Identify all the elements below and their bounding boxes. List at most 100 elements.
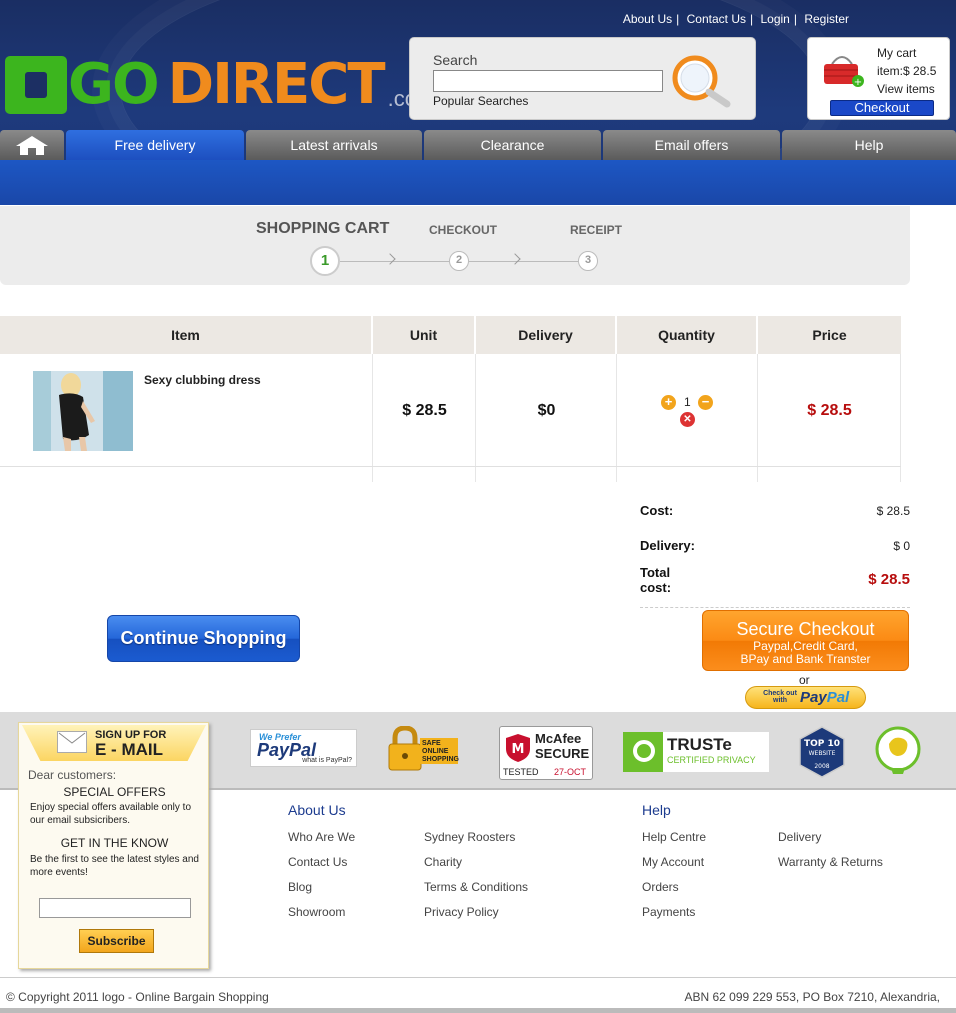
site-logo[interactable]: GO DIRECT .com.au (5, 52, 466, 114)
paypal-checkout-caption: Check out with (763, 690, 797, 704)
footer-link-orders[interactable]: Orders (642, 880, 679, 894)
mini-cart-summary: item:$ 28.5 (877, 64, 937, 78)
get-in-the-know-heading: GET IN THE KNOW (60, 836, 169, 850)
footer-link-help-centre[interactable]: Help Centre (642, 830, 706, 844)
step-shopping-cart: SHOPPING CART (256, 220, 390, 237)
delivery-price: $0 (537, 402, 556, 419)
nav-subbar (0, 160, 956, 205)
delivery-value: $ 0 (893, 539, 910, 553)
subscribe-button[interactable]: Subscribe (79, 929, 154, 953)
step-number-1: 1 (310, 246, 340, 276)
login-link[interactable]: Login (760, 12, 789, 26)
signup-email-input[interactable] (39, 898, 191, 918)
footer-link-showroom[interactable]: Showroom (288, 905, 345, 919)
truste-badge[interactable]: TRUSTe CERTIFIED PRIVACY (623, 732, 769, 772)
mcafee-shield-icon: M (506, 734, 530, 762)
paypal-checkout-button[interactable]: Check out with PayPal (745, 686, 866, 709)
remove-item-button[interactable]: ✕ (680, 412, 695, 427)
special-offers-text: Enjoy special offers available only to o… (30, 802, 192, 826)
cost-value: $ 28.5 (876, 504, 910, 518)
nav-tab-latest-arrivals[interactable]: Latest arrivals (246, 130, 422, 160)
checkout-steps: SHOPPING CART CHECKOUT RECEIPT 1 2 3 (0, 206, 910, 285)
footer-help-heading: Help (642, 802, 671, 818)
search-icon[interactable] (669, 52, 733, 108)
footer-link-my-account[interactable]: My Account (642, 855, 704, 869)
search-input[interactable] (433, 70, 663, 92)
basket-icon: + (824, 56, 864, 88)
chevron-right-icon (384, 253, 396, 265)
column-header-price: Price (812, 327, 847, 343)
step-receipt: RECEIPT (570, 223, 623, 237)
total-cost-label: Total cost: (640, 565, 672, 595)
continue-shopping-button[interactable]: Continue Shopping (107, 615, 300, 662)
footer-link-charity[interactable]: Charity (424, 855, 462, 869)
paypal-logo: PayPal (800, 689, 850, 706)
decrease-quantity-button[interactable]: − (698, 395, 713, 410)
footer-link-sydney-roosters[interactable]: Sydney Roosters (424, 830, 515, 844)
column-header-item: Item (0, 316, 373, 354)
netguide-award-badge[interactable] (875, 726, 921, 776)
padlock-icon (388, 725, 422, 771)
footer-link-terms[interactable]: Terms & Conditions (424, 880, 528, 894)
delivery-label: Delivery: (640, 538, 695, 553)
logo-go: GO (68, 52, 160, 117)
register-link[interactable]: Register (804, 12, 849, 26)
product-image[interactable] (33, 371, 133, 451)
about-us-link[interactable]: About Us (623, 12, 672, 26)
search-panel: Search Popular Searches (409, 37, 756, 120)
step-checkout: CHECKOUT (429, 223, 497, 237)
secure-checkout-methods-2: BPay and Bank Transter (740, 652, 871, 666)
search-label: Search (433, 52, 478, 68)
get-in-the-know-text: Be the first to see the latest styles an… (30, 854, 199, 878)
footer-link-privacy[interactable]: Privacy Policy (424, 905, 499, 919)
top10-website-badge[interactable]: TOP 10 WEBSITE 2008 (799, 726, 845, 778)
step-number-2: 2 (449, 251, 469, 271)
svg-text:TOP 10: TOP 10 (804, 739, 840, 749)
contact-us-link[interactable]: Contact Us (687, 12, 746, 26)
mcafee-secure-badge[interactable]: M McAfee SECURE TESTED 27-OCT (499, 726, 593, 780)
signup-greeting: Dear customers: (28, 768, 117, 782)
nav-tab-help[interactable]: Help (782, 130, 956, 160)
footer-link-who-are-we[interactable]: Who Are We (288, 830, 355, 844)
line-total-price: $ 28.5 (807, 402, 852, 419)
email-signup-panel: SIGN UP FOR E - MAIL Dear customers: SPE… (18, 722, 209, 969)
secure-checkout-button[interactable]: Secure Checkout Paypal,Credit Card, BPay… (702, 610, 909, 671)
safe-shopping-badge[interactable]: SAFE ONLINE SHOPPING (387, 725, 471, 774)
secure-checkout-title: Secure Checkout (736, 619, 875, 639)
mini-cart: + My cart item:$ 28.5 View items Checkou… (807, 37, 950, 120)
quantity-stepper: + 1 − ✕ (660, 394, 716, 430)
nav-tab-free-delivery[interactable]: Free delivery (66, 130, 244, 160)
svg-text:WEBSITE: WEBSITE (809, 750, 836, 757)
envelope-icon (57, 731, 87, 753)
footer-link-delivery[interactable]: Delivery (778, 830, 821, 844)
paypal-badge[interactable]: We Prefer PayPal what is PayPal? (250, 729, 357, 767)
svg-text:2008: 2008 (814, 763, 829, 770)
home-icon (16, 136, 48, 155)
copyright-text: © Copyright 2011 logo - Online Bargain S… (6, 990, 269, 1004)
footer-link-contact-us[interactable]: Contact Us (288, 855, 347, 869)
unit-price: $ 28.5 (402, 402, 447, 419)
cart-table-header: Item Unit Delivery Quantity Price (0, 316, 901, 354)
footer-link-warranty-returns[interactable]: Warranty & Returns (778, 855, 883, 869)
popular-searches-link[interactable]: Popular Searches (433, 94, 528, 108)
nav-home[interactable] (0, 130, 64, 160)
abn-address-text: ABN 62 099 229 553, PO Box 7210, Alexand… (684, 990, 940, 1004)
svg-text:+: + (854, 77, 862, 88)
nav-tab-email-offers[interactable]: Email offers (603, 130, 780, 160)
quantity-value: 1 (684, 395, 691, 409)
cost-label: Cost: (640, 503, 674, 518)
column-header-delivery: Delivery (476, 316, 617, 354)
view-items-link[interactable]: View items (877, 80, 936, 98)
footer-link-payments[interactable]: Payments (642, 905, 695, 919)
nav-tab-clearance[interactable]: Clearance (424, 130, 601, 160)
increase-quantity-button[interactable]: + (661, 395, 676, 410)
mini-cart-checkout-button[interactable]: Checkout (830, 100, 934, 116)
footer-link-blog[interactable]: Blog (288, 880, 312, 894)
chevron-right-icon (509, 253, 521, 265)
product-name-link[interactable]: Sexy clubbing dress (144, 373, 261, 387)
mini-cart-title: My cart (877, 46, 917, 60)
svg-text:M: M (512, 742, 525, 757)
main-nav: Free delivery Latest arrivals Clearance … (0, 130, 956, 160)
logo-mark (5, 56, 67, 114)
logo-direct: DIRECT (167, 52, 386, 117)
